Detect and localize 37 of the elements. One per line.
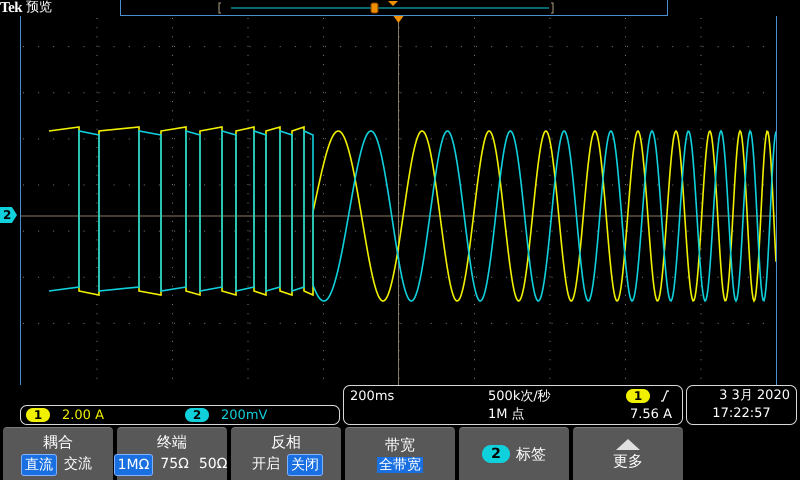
menu-button[interactable]: 反相 开启 关闭	[231, 427, 341, 480]
record-length-readout: 1M 点	[488, 406, 526, 423]
menu-title: 反相	[271, 432, 301, 452]
channel-scale: 200mV	[221, 408, 268, 422]
menu-title: 终端	[157, 432, 187, 452]
menu-option[interactable]: 交流	[61, 454, 95, 476]
menu-button[interactable]: 2 标签	[459, 427, 569, 480]
channel-badge: 2	[482, 445, 510, 463]
menu-title: 带宽	[385, 436, 415, 454]
timebase-readout: 200ms	[350, 388, 396, 404]
menu-button[interactable]: 终端 1MΩ 75Ω 50Ω	[117, 427, 227, 480]
view-window-handle[interactable]	[370, 2, 378, 14]
channel-ground-marker[interactable]: 2	[0, 207, 17, 223]
date-readout: 3 3月 2020	[719, 387, 790, 405]
up-arrow-icon	[616, 438, 640, 450]
mode-label: 预览	[26, 0, 52, 16]
time-readout: 17:22:57	[712, 405, 771, 423]
menu-title: 标签	[516, 444, 546, 464]
trigger-level-readout: 7.56 A	[629, 406, 673, 422]
menu-value: 全带宽	[377, 456, 423, 472]
channel-badge: 2	[185, 408, 209, 422]
menu-option[interactable]: 开启	[249, 454, 283, 476]
menu-option[interactable]: 关闭	[287, 454, 323, 476]
sample-rate-readout: 500k次/秒	[488, 388, 552, 405]
menu-option[interactable]: 75Ω	[157, 454, 192, 476]
menu-option[interactable]: 直流	[21, 454, 57, 476]
brand-logo: Tek	[0, 0, 22, 16]
menu-button[interactable]: 带宽 全带宽	[345, 427, 455, 480]
trigger-source-badge: 1	[626, 389, 650, 403]
menu-title: 耦合	[43, 432, 73, 452]
menu-title: 更多	[613, 452, 643, 470]
menu-button[interactable]: 耦合 直流 交流	[3, 427, 113, 480]
menu-option[interactable]: 1MΩ	[114, 454, 154, 476]
rising-edge-icon	[660, 390, 670, 402]
channel-badge: 1	[26, 408, 50, 422]
menu-button[interactable]: 更多	[573, 427, 683, 480]
channel-scale: 2.00 A	[62, 408, 104, 422]
